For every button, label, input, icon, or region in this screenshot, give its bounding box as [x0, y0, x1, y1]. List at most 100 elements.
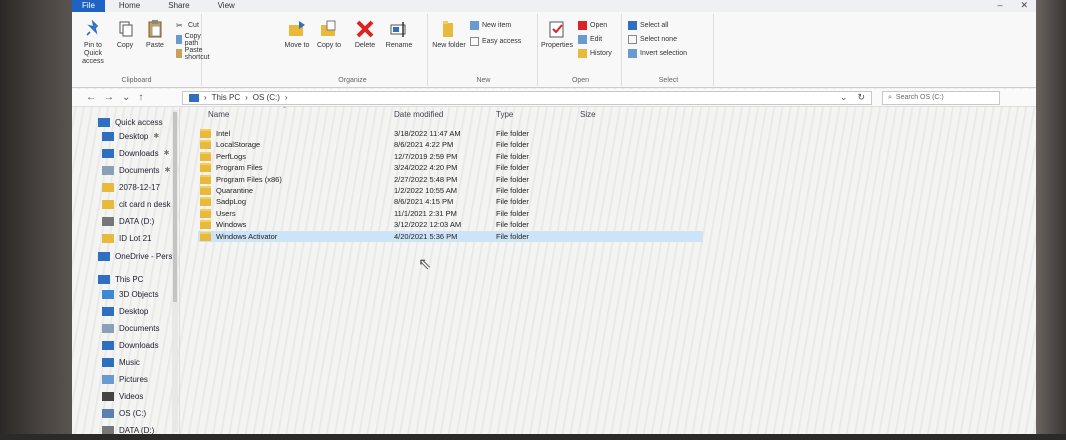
file-row[interactable]: LocalStorage 8/6/2021 4:22 PM File folder	[198, 139, 703, 150]
nav-item-label: Quick access	[115, 117, 163, 127]
file-row[interactable]: Users 11/1/2021 2:31 PM File folder	[198, 208, 703, 219]
new-folder-button[interactable]: New folder	[432, 18, 466, 50]
forward-arrow-icon[interactable]: →	[104, 92, 114, 103]
recent-chevron-icon[interactable]: ⌄	[122, 92, 130, 103]
nav-onedrive[interactable]: OneDrive - Pers	[98, 250, 172, 262]
rename-button[interactable]: Rename	[382, 18, 416, 50]
file-date: 3/24/2022 4:20 PM	[394, 163, 458, 173]
file-type: File folder	[496, 220, 529, 230]
nav-pc-item-4[interactable]: Music	[102, 356, 140, 368]
folder-icon	[102, 233, 114, 243]
nav-item-2[interactable]: Documents ✱	[102, 164, 170, 176]
nav-item-5[interactable]: DATA (D:)	[102, 215, 154, 227]
nav-pane-scrollbar[interactable]	[172, 110, 178, 432]
address-bar[interactable]: › This PC › OS (C:) › ⌄ ↻	[182, 90, 872, 105]
nav-pc-item-6[interactable]: Videos	[102, 390, 143, 402]
nav-item-label: Documents	[119, 323, 160, 333]
move-to-button[interactable]: Move to	[280, 18, 314, 50]
file-row[interactable]: Program Files (x86) 2/27/2022 5:48 PM File…	[198, 174, 703, 185]
file-row[interactable]: PerfLogs 12/7/2019 2:59 PM File folder	[198, 151, 703, 162]
open-button[interactable]: Open	[578, 20, 607, 31]
file-type: File folder	[496, 174, 529, 184]
file-date: 12/7/2019 2:59 PM	[394, 151, 458, 161]
nav-this-pc[interactable]: This PC	[98, 273, 143, 285]
nav-pc-item-2[interactable]: Documents	[102, 322, 159, 334]
invert-selection-button[interactable]: Invert selection	[628, 48, 687, 59]
folder-icon	[200, 231, 211, 241]
up-arrow-icon[interactable]: ↑	[138, 92, 143, 103]
tab-home[interactable]: Home	[105, 0, 154, 12]
minimize-button[interactable]: –	[997, 0, 1002, 11]
nav-pc-item-5[interactable]: Pictures	[102, 373, 148, 385]
tab-share[interactable]: Share	[154, 0, 203, 12]
column-header-date[interactable]: Date modified	[394, 110, 443, 119]
search-box[interactable]: ⌕ Search OS (C:)	[882, 90, 1000, 105]
nav-item-0[interactable]: Desktop ✱	[102, 130, 159, 142]
nav-item-4[interactable]: cit card n desk	[102, 198, 171, 210]
file-name: LocalStorage	[216, 140, 261, 150]
organize-group-label: Organize	[338, 77, 367, 84]
scissors-icon: ✂	[176, 21, 183, 30]
column-header-type[interactable]: Type	[496, 110, 513, 119]
file-row[interactable]: Intel 3/18/2022 11:47 AM File folder	[198, 128, 703, 139]
nav-item-label: Documents	[119, 165, 160, 175]
nav-quick-access[interactable]: Quick access	[98, 116, 163, 128]
new-item-button[interactable]: New item	[470, 20, 511, 31]
delete-button[interactable]: Delete	[348, 18, 382, 50]
tab-view[interactable]: View	[204, 0, 249, 12]
refresh-icon[interactable]: ↻	[857, 92, 865, 103]
history-icon	[578, 49, 587, 58]
select-none-button[interactable]: Select none	[628, 34, 677, 45]
file-row[interactable]: Windows Activator 4/20/2021 5:36 PM File f…	[198, 230, 703, 242]
nav-item-label: Desktop	[119, 306, 149, 316]
nav-item-3[interactable]: 2078-12-17	[102, 181, 160, 193]
paste-icon	[144, 18, 166, 40]
file-name: PerfLogs	[216, 151, 247, 161]
new-item-icon	[470, 21, 479, 30]
cut-button[interactable]: ✂ Cut	[176, 20, 199, 31]
nav-pc-item-7[interactable]: OS (C:)	[102, 407, 146, 419]
nav-pc-item-0[interactable]: 3D Objects	[102, 288, 159, 300]
properties-icon	[546, 18, 568, 40]
column-header-name[interactable]: Name	[208, 110, 229, 119]
paste-shortcut-button[interactable]: Paste shortcut	[176, 47, 213, 61]
onedrive-icon	[98, 251, 110, 261]
pin-quick-access-button[interactable]: Pin to Quick access	[76, 18, 110, 66]
pictures-icon	[102, 374, 114, 384]
back-arrow-icon[interactable]: ←	[86, 92, 96, 103]
paste-shortcut-icon	[176, 49, 182, 58]
move-to-icon	[286, 18, 308, 40]
address-dropdown-icon[interactable]: ⌄	[840, 92, 848, 103]
copy-to-icon	[318, 18, 340, 40]
paste-button[interactable]: Paste	[138, 18, 172, 50]
file-row[interactable]: Windows 3/12/2022 12:03 AM File folder	[198, 219, 703, 230]
file-row[interactable]: Quarantine 1/2/2022 10:55 AM File folder	[198, 185, 703, 196]
history-button[interactable]: History	[578, 48, 612, 59]
scrollbar-thumb[interactable]	[173, 112, 177, 302]
copy-path-button[interactable]: Copy path	[176, 33, 204, 47]
properties-button[interactable]: Properties	[540, 18, 574, 50]
close-button[interactable]: ✕	[1020, 0, 1028, 11]
edit-button[interactable]: Edit	[578, 34, 602, 45]
copy-to-button[interactable]: Copy to	[312, 18, 346, 50]
drive-icon	[102, 216, 114, 226]
select-all-button[interactable]: Select all	[628, 20, 668, 31]
copy-button[interactable]: Copy	[108, 18, 142, 50]
desktop-icon	[102, 131, 114, 141]
nav-pc-item-1[interactable]: Desktop	[102, 305, 148, 317]
nav-item-label: ID Lot 21	[119, 233, 152, 243]
file-row[interactable]: SadpLog 8/6/2021 4:15 PM File folder	[198, 196, 703, 207]
breadcrumb-separator-icon: ›	[245, 93, 248, 102]
nav-item-1[interactable]: Downloads ✱	[102, 147, 169, 159]
folder-icon	[200, 197, 211, 207]
easy-access-button[interactable]: Easy access	[470, 36, 521, 47]
breadcrumb-this-pc[interactable]: This PC	[212, 93, 240, 102]
file-row[interactable]: Program Files 3/24/2022 4:20 PM File folde…	[198, 162, 703, 173]
tab-file[interactable]: File	[72, 0, 105, 12]
column-header-size[interactable]: Size	[580, 110, 596, 119]
nav-pc-item-3[interactable]: Downloads	[102, 339, 159, 351]
breadcrumb-os-c[interactable]: OS (C:)	[253, 93, 280, 102]
select-group: Select all Select none Invert selection …	[624, 14, 714, 86]
nav-pc-item-8[interactable]: DATA (D:)	[102, 424, 154, 434]
nav-item-6[interactable]: ID Lot 21	[102, 232, 151, 244]
